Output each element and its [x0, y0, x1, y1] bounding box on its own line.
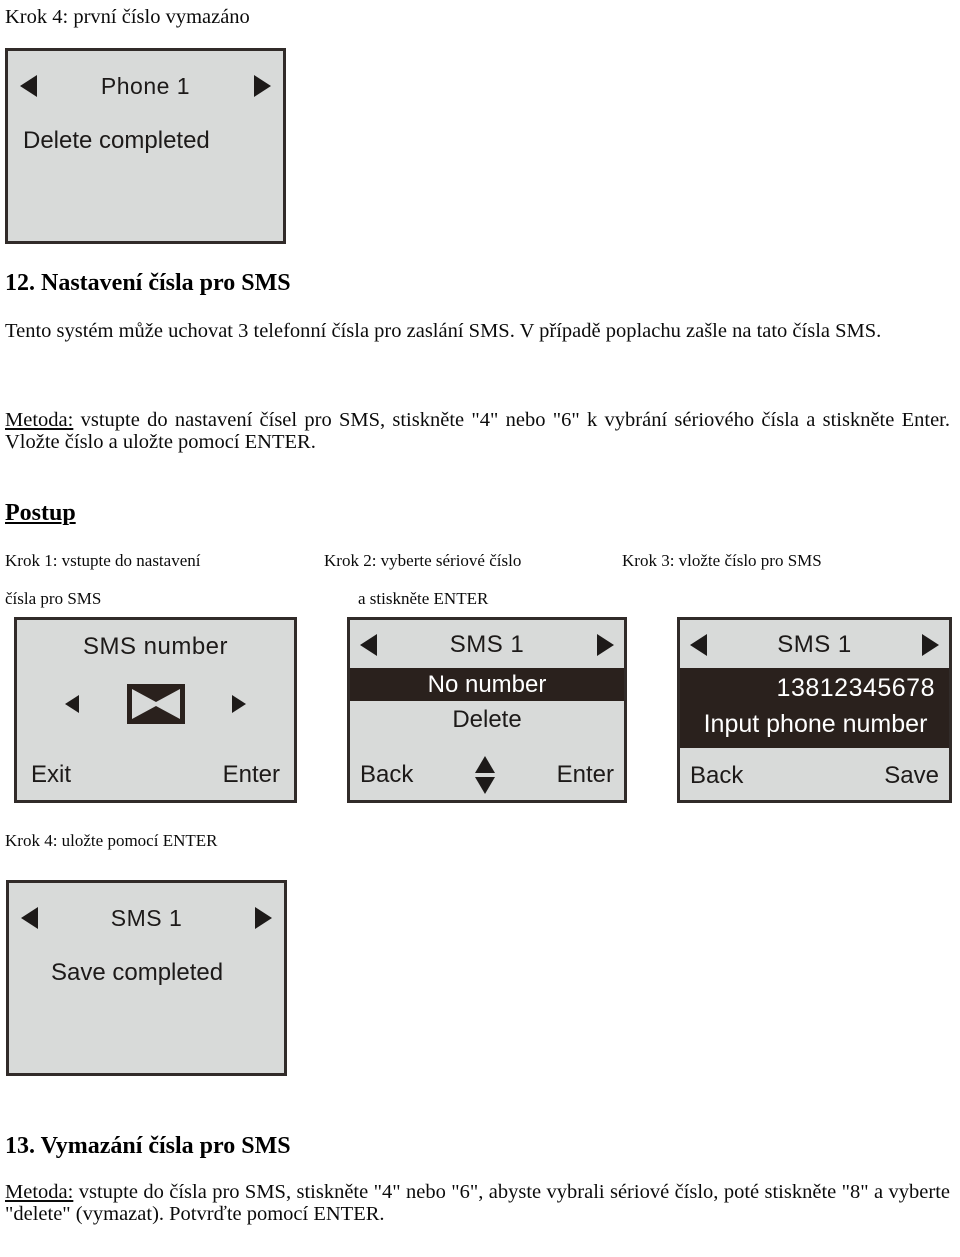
lcd-message-row: Save completed: [9, 956, 284, 990]
arrow-down-icon: [474, 777, 495, 794]
lcd-title: SMS number: [82, 633, 229, 660]
softkey-enter[interactable]: Enter: [223, 761, 280, 789]
step-2-caption-line1: Krok 2: vyberte sériové číslo: [324, 551, 522, 570]
up-down-arrow-icon[interactable]: [474, 756, 495, 794]
section-13-method-label: Metoda:: [5, 1181, 74, 1203]
section-12-heading: 12. Nastavení čísla pro SMS: [5, 270, 291, 296]
lcd-message-row: Delete completed: [8, 124, 283, 158]
lcd-envelope-row: [17, 682, 294, 726]
step-4-caption: Krok 4: uložte pomocí ENTER: [5, 831, 218, 850]
step-2-caption-line2: a stiskněte ENTER: [358, 589, 489, 608]
lcd-sms-number: SMS number Exit Enter: [14, 617, 297, 803]
top-step-caption: Krok 4: první číslo vymazáno: [5, 6, 250, 28]
lcd-title: SMS 1: [110, 904, 183, 931]
envelope-icon: [126, 684, 185, 724]
lcd-message: Delete completed: [23, 127, 210, 154]
softkey-back[interactable]: Back: [360, 761, 413, 789]
softkey-exit[interactable]: Exit: [31, 761, 71, 789]
lcd-input-prompt: Input phone number: [703, 710, 928, 738]
arrow-left-icon[interactable]: [21, 907, 38, 929]
lcd-input-area[interactable]: 13812345678 Input phone number: [680, 668, 949, 748]
arrow-right-icon[interactable]: [255, 907, 272, 929]
lcd-sms-1-select: SMS 1 No number Delete Back Enter: [347, 617, 627, 803]
lcd-title: SMS 1: [449, 631, 525, 658]
lcd-softkey-row: Exit Enter: [17, 758, 294, 792]
arrow-right-icon[interactable]: [597, 634, 614, 656]
step-1-caption-line1: Krok 1: vstupte do nastavení: [5, 551, 201, 570]
section-13-heading: 13. Vymazání čísla pro SMS: [5, 1133, 291, 1159]
lcd-item-delete-label: Delete: [452, 706, 522, 733]
procedure-heading: Postup: [5, 500, 76, 526]
lcd-phone-number: 13812345678: [776, 674, 935, 702]
lcd-save-completed: SMS 1 Save completed: [6, 880, 287, 1076]
lcd-softkey-row: Back Save: [680, 758, 949, 794]
softkey-back[interactable]: Back: [690, 762, 743, 790]
section-12-method-label: Metoda:: [5, 409, 74, 431]
lcd-item-delete[interactable]: Delete: [350, 704, 624, 736]
lcd-title-row: SMS 1: [680, 628, 949, 662]
arrow-left-icon[interactable]: [20, 75, 37, 97]
lcd-title-row: Phone 1: [8, 69, 283, 103]
step-3-caption-line1: Krok 3: vložte číslo pro SMS: [622, 551, 822, 570]
section-12-method: Metoda: vstupte do nastavení čísel pro S…: [5, 409, 950, 453]
arrow-up-icon: [474, 756, 495, 773]
arrow-left-icon[interactable]: [65, 695, 79, 713]
arrow-left-icon[interactable]: [360, 634, 377, 656]
lcd-title-row: SMS 1: [9, 901, 284, 935]
lcd-softkey-row: Back Enter: [350, 755, 624, 795]
lcd-title: Phone 1: [100, 72, 191, 99]
lcd-highlighted-item-label: No number: [427, 670, 547, 698]
lcd-message: Save completed: [51, 959, 224, 986]
softkey-enter[interactable]: Enter: [557, 761, 614, 789]
arrow-right-icon[interactable]: [922, 634, 939, 656]
arrow-left-icon[interactable]: [690, 634, 707, 656]
section-13-method-text: vstupte do čísla pro SMS, stiskněte "4" …: [5, 1181, 950, 1225]
lcd-phone-delete-completed: Phone 1 Delete completed: [5, 48, 286, 244]
section-13-method: Metoda: vstupte do čísla pro SMS, stiskn…: [5, 1181, 950, 1225]
lcd-title-row: SMS 1: [350, 628, 624, 662]
arrow-right-icon[interactable]: [254, 75, 271, 97]
lcd-title-row: SMS number: [17, 631, 294, 663]
section-12-paragraph: Tento systém může uchovat 3 telefonní čí…: [5, 320, 882, 342]
lcd-sms-1-input: SMS 1 13812345678 Input phone number Bac…: [677, 617, 952, 803]
step-1-caption-line2: čísla pro SMS: [5, 589, 102, 608]
softkey-save[interactable]: Save: [884, 762, 939, 790]
section-12-method-text: vstupte do nastavení čísel pro SMS, stis…: [5, 409, 950, 453]
lcd-title: SMS 1: [777, 631, 852, 658]
lcd-highlighted-item[interactable]: No number: [350, 668, 624, 701]
arrow-right-icon[interactable]: [232, 695, 246, 713]
